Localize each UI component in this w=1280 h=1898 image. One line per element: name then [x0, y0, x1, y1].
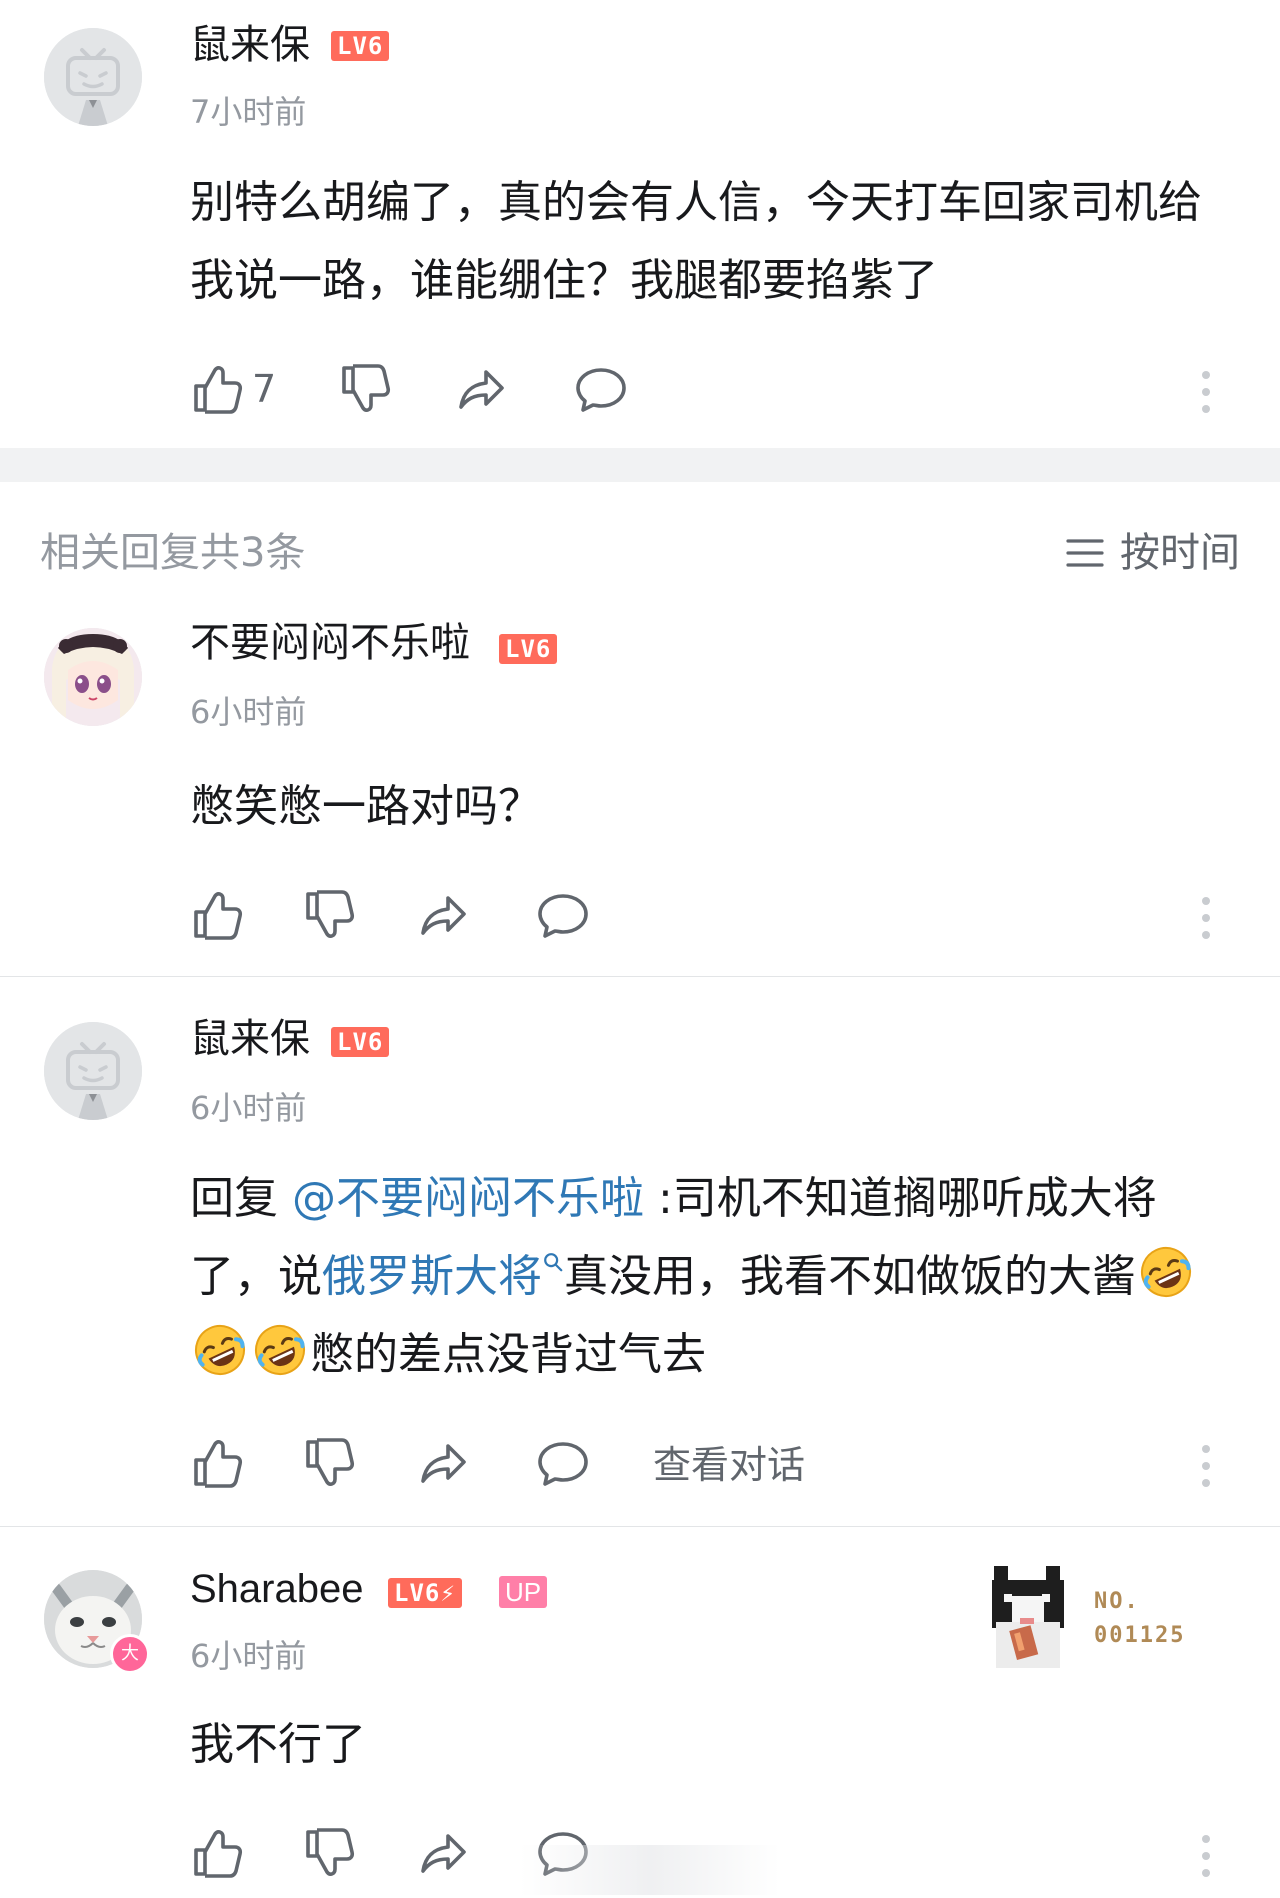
- thumbs-up-icon: [190, 1436, 244, 1490]
- thumbs-up-icon: [190, 1826, 244, 1880]
- sort-label: 按时间: [1120, 530, 1240, 576]
- more-button[interactable]: [1196, 892, 1216, 948]
- like-count: 7: [252, 367, 277, 411]
- avatar[interactable]: [44, 1022, 142, 1120]
- like-button[interactable]: [190, 888, 244, 942]
- action-bar: 7: [190, 362, 1250, 418]
- sort-lines-icon: [1066, 539, 1104, 567]
- share-button[interactable]: [418, 1436, 472, 1490]
- share-button[interactable]: [456, 362, 510, 416]
- level-text: LV6: [394, 1579, 441, 1607]
- reply-button[interactable]: [574, 362, 628, 416]
- dislike-button[interactable]: [302, 888, 356, 942]
- more-vertical-icon: [1202, 1445, 1210, 1453]
- action-bar: 查看对话: [190, 1436, 1250, 1492]
- divider: [0, 976, 1280, 977]
- reply-button[interactable]: [536, 1436, 590, 1490]
- share-icon: [418, 1826, 472, 1880]
- timestamp: 6小时前: [190, 1637, 307, 1675]
- anime-girl-avatar-icon: [44, 628, 142, 726]
- username[interactable]: Sharabee: [190, 1564, 363, 1614]
- rofl-emoji-icon: [1141, 1247, 1191, 1297]
- thumbs-down-icon: [302, 888, 356, 942]
- sort-toggle[interactable]: 按时间: [1064, 528, 1240, 578]
- section-gap: [0, 448, 1280, 482]
- lightning-icon: ⚡: [440, 1579, 456, 1607]
- like-button[interactable]: [190, 362, 244, 416]
- mention-link[interactable]: @不要闷闷不乐啦: [292, 1173, 644, 1224]
- vip-badge: 大: [110, 1634, 150, 1674]
- tv-avatar-icon: [44, 28, 142, 126]
- thumbs-up-icon: [190, 362, 244, 416]
- more-button[interactable]: [1196, 1440, 1216, 1496]
- avatar[interactable]: [44, 628, 142, 726]
- thumbs-down-icon: [302, 1826, 356, 1880]
- more-vertical-icon: [1202, 1835, 1210, 1843]
- thumbs-down-icon: [302, 1436, 356, 1490]
- fan-number-badge: NO. 001125: [1094, 1585, 1185, 1653]
- comment-icon: [536, 888, 590, 942]
- timestamp: 7小时前: [190, 93, 307, 131]
- up-badge: UP: [499, 1576, 548, 1608]
- level-badge: LV6: [331, 31, 390, 61]
- divider: [0, 1526, 1280, 1527]
- share-icon: [456, 362, 510, 416]
- comment-content: 我不行了: [190, 1719, 366, 1770]
- tv-avatar-icon: [44, 1022, 142, 1120]
- share-button[interactable]: [418, 1826, 472, 1880]
- rofl-emoji-icon: [195, 1325, 245, 1375]
- replies-count: 相关回复共3条: [40, 530, 306, 576]
- comment-content: 憋笑憋一路对吗？: [190, 781, 542, 832]
- comment-icon: [536, 1436, 590, 1490]
- username[interactable]: 鼠来保: [190, 20, 310, 70]
- content-text: 憋的差点没背过气去: [310, 1329, 706, 1380]
- action-bar: [190, 888, 1250, 944]
- username[interactable]: 不要闷闷不乐啦: [190, 618, 470, 668]
- comment-content: 别特么胡编了，真的会有人信，今天打车回家司机给我说一路，谁能绷住？我腿都要掐紫了: [190, 177, 1202, 306]
- timestamp: 6小时前: [190, 693, 307, 731]
- share-button[interactable]: [418, 888, 472, 942]
- more-vertical-icon: [1202, 371, 1210, 379]
- bottom-fade: [520, 1845, 780, 1895]
- content-text: 真没用，我看不如做饭的大酱: [564, 1251, 1136, 1302]
- pixel-cat-icon: [992, 1566, 1064, 1668]
- level-badge: LV6: [499, 634, 558, 664]
- avatar[interactable]: [44, 28, 142, 126]
- fan-number-label: NO.: [1094, 1589, 1140, 1614]
- search-link[interactable]: 俄罗斯大将: [322, 1251, 564, 1302]
- reply-prefix: 回复: [190, 1173, 292, 1224]
- share-icon: [418, 888, 472, 942]
- username[interactable]: 鼠来保: [190, 1014, 310, 1064]
- share-icon: [418, 1436, 472, 1490]
- reply-button[interactable]: [536, 888, 590, 942]
- level-badge: LV6⚡: [388, 1578, 462, 1608]
- like-button[interactable]: [190, 1826, 244, 1880]
- dislike-button[interactable]: [302, 1826, 356, 1880]
- comment-content: 回复 @不要闷闷不乐啦 :司机不知道搁哪听成大将了，说俄罗斯大将 真没用，我看不如…: [190, 1160, 1240, 1394]
- level-badge: LV6: [331, 1027, 390, 1057]
- thumbs-up-icon: [190, 888, 244, 942]
- fan-number-value: 001125: [1094, 1623, 1186, 1648]
- more-vertical-icon: [1202, 897, 1210, 905]
- comment-icon: [574, 362, 628, 416]
- more-button[interactable]: [1196, 1830, 1216, 1886]
- dislike-button[interactable]: [338, 362, 392, 416]
- rofl-emoji-icon: [255, 1325, 305, 1375]
- search-link-text: 俄罗斯大将: [322, 1251, 542, 1302]
- dislike-button[interactable]: [302, 1436, 356, 1490]
- thumbs-down-icon: [338, 362, 392, 416]
- timestamp: 6小时前: [190, 1089, 307, 1127]
- like-button[interactable]: [190, 1436, 244, 1490]
- search-icon: [544, 1253, 563, 1272]
- view-conversation-link[interactable]: 查看对话: [653, 1442, 805, 1488]
- cat-decoration: [982, 1560, 1082, 1670]
- more-button[interactable]: [1196, 366, 1216, 422]
